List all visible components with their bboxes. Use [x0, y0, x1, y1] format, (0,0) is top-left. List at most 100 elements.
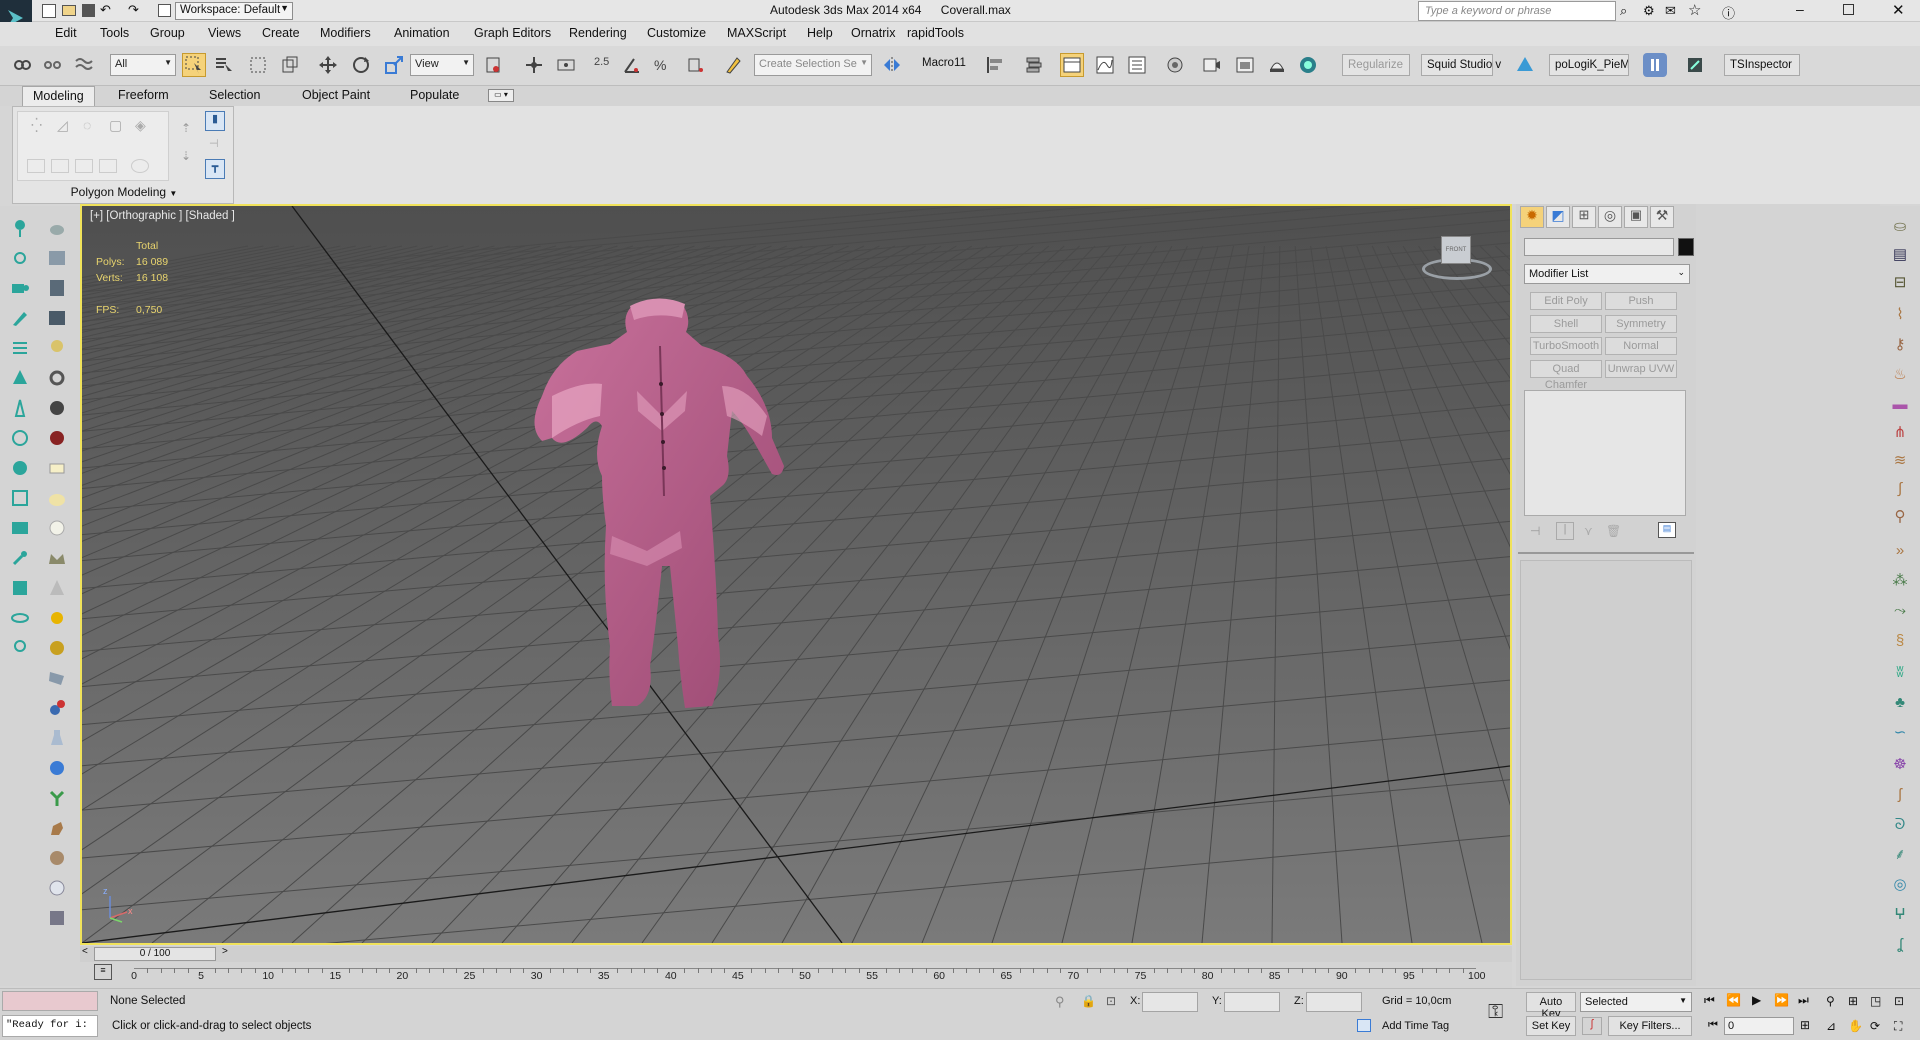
right-tool-comb-icon[interactable]: ▬ — [1888, 392, 1912, 416]
material-editor-icon[interactable] — [1163, 53, 1187, 77]
eye-tool-icon[interactable] — [8, 606, 32, 630]
bind-space-warp-icon[interactable] — [72, 53, 96, 77]
tab-freeform[interactable]: Freeform — [108, 86, 179, 106]
plane-tool-icon[interactable] — [45, 456, 69, 480]
orbit-icon[interactable]: ⟳ — [1870, 1019, 1880, 1033]
select-manipulate-icon[interactable] — [522, 53, 546, 77]
plugin-blue-icon[interactable] — [1513, 53, 1537, 77]
motion-tab-icon[interactable]: ◎ — [1598, 206, 1622, 228]
right-tool-wave-icon[interactable]: ≋ — [1888, 448, 1912, 472]
ribbon-pin-stack-icon[interactable]: ┳ — [205, 159, 225, 179]
ribbon-arrow-up-icon[interactable]: ⇡ — [181, 121, 191, 135]
menu-rapidtools[interactable]: rapidTools — [907, 26, 964, 40]
maximize-viewport-icon[interactable]: ⛶ — [1894, 1019, 1902, 1034]
lines-tool-icon[interactable] — [8, 336, 32, 360]
ribbon-pin-icon[interactable]: ⊣ — [209, 137, 219, 150]
normal-button[interactable]: Normal — [1605, 337, 1677, 355]
render-production-icon[interactable] — [1265, 53, 1289, 77]
squid-studio-button[interactable]: Squid Studio v — [1421, 54, 1501, 76]
camera-tool-icon[interactable] — [8, 276, 32, 300]
time-slider-thumb[interactable]: 0 / 100 — [94, 947, 216, 961]
time-slider[interactable]: < 0 / 100 > — [80, 946, 1512, 962]
right-tool-double-arrow-icon[interactable]: » — [1888, 538, 1912, 562]
unwrap-uvw-button[interactable]: Unwrap UVW — [1605, 360, 1677, 378]
menu-animation[interactable]: Animation — [394, 26, 450, 40]
element-mode-icon[interactable]: ◈ — [135, 117, 153, 135]
unlink-selection-icon[interactable] — [40, 53, 64, 77]
search-input[interactable]: Type a keyword or phrase — [1418, 1, 1616, 21]
wrench-tool-icon[interactable] — [8, 546, 32, 570]
menu-rendering[interactable]: Rendering — [569, 26, 627, 40]
key-filters-button[interactable]: Key Filters... — [1608, 1016, 1692, 1036]
select-object-icon[interactable] — [182, 53, 206, 77]
screen-tool-icon[interactable] — [8, 516, 32, 540]
menu-edit[interactable]: Edit — [55, 26, 77, 40]
sun-tool-icon[interactable] — [8, 246, 32, 270]
menu-ornatrix[interactable]: Ornatrix — [851, 26, 895, 40]
brush-tool-icon[interactable] — [8, 306, 32, 330]
workspace-select[interactable]: Workspace: Default ▼ — [175, 2, 293, 20]
sphere-tool-icon[interactable] — [45, 396, 69, 420]
dome-tool-icon[interactable] — [45, 486, 69, 510]
grid-panel-icon[interactable] — [45, 906, 69, 930]
push-button[interactable]: Push — [1605, 292, 1677, 310]
align-icon[interactable] — [983, 53, 1007, 77]
minimize-icon[interactable]: – — [1796, 1, 1804, 17]
menu-maxscript[interactable]: MAXScript — [727, 26, 786, 40]
schematic-view-icon[interactable] — [1125, 53, 1149, 77]
auto-key-button[interactable]: Auto Key — [1526, 992, 1576, 1020]
ribbon-arrow-down-icon[interactable]: ⇣ — [181, 149, 191, 163]
tab-modeling[interactable]: Modeling — [22, 86, 95, 106]
menu-create[interactable]: Create — [262, 26, 300, 40]
menu-tools[interactable]: Tools — [100, 26, 129, 40]
right-tool-hook-icon[interactable]: ʆ — [1888, 932, 1912, 956]
pan-icon[interactable]: ✋ — [1848, 1019, 1863, 1033]
maximize-icon[interactable] — [1843, 4, 1854, 15]
right-tool-scatter-icon[interactable]: ⁂ — [1888, 568, 1912, 592]
right-tool-grass-icon[interactable]: ʬ — [1888, 660, 1912, 684]
rendered-frame-window-icon[interactable] — [1233, 53, 1257, 77]
border-mode-icon[interactable]: ◌ — [83, 117, 101, 135]
keyboard-shortcut-override-icon[interactable] — [554, 53, 578, 77]
macro-button[interactable]: Macro11 — [922, 57, 966, 69]
list-tool-icon[interactable] — [45, 276, 69, 300]
box-tool-icon[interactable] — [8, 576, 32, 600]
subscription-icon[interactable]: ⚙ — [1643, 3, 1655, 19]
remove-modifier-icon[interactable]: 🗑 — [1606, 524, 1621, 538]
display-tab-icon[interactable]: ▣ — [1624, 206, 1648, 228]
time-prev-icon[interactable]: < — [82, 946, 88, 957]
hair-tool-icon[interactable] — [8, 216, 32, 240]
create-tab-icon[interactable]: ✹ — [1520, 206, 1544, 228]
right-tool-octopus-icon[interactable]: ☸ — [1888, 752, 1912, 776]
default-tangent-icon[interactable]: ʃ — [1582, 1017, 1602, 1035]
plugin-logo-icon[interactable] — [1643, 53, 1667, 77]
undo-icon[interactable]: ↶ — [100, 2, 111, 18]
z-coord-field[interactable] — [1306, 992, 1362, 1012]
zoom-extents-icon[interactable]: ◳ — [1870, 994, 1881, 1008]
tab-object-paint[interactable]: Object Paint — [292, 86, 380, 106]
configure-modifier-sets-icon[interactable]: ▤ — [1658, 522, 1676, 538]
edit-poly-button[interactable]: Edit Poly — [1530, 292, 1602, 310]
scene-explorer-icon[interactable] — [1060, 53, 1084, 77]
key-mode-toggle-icon[interactable]: ⏮ — [1708, 1019, 1718, 1032]
table-tool-icon[interactable] — [45, 306, 69, 330]
viewport-label-menu[interactable]: [+] [Orthographic ] [Shaded ] — [90, 210, 235, 222]
grid-tool-icon[interactable] — [8, 486, 32, 510]
vertex-mode-icon[interactable]: ⁛ — [31, 117, 49, 135]
target-tool-icon[interactable] — [45, 636, 69, 660]
right-tool-blue-curl-icon[interactable]: ∽ — [1888, 720, 1912, 744]
isolate-icon[interactable]: ⚲ — [1055, 994, 1065, 1010]
menu-graph-editors[interactable]: Graph Editors — [474, 26, 551, 40]
right-tool-key-icon[interactable]: ⚷ — [1888, 332, 1912, 356]
binoculars-icon[interactable]: ⌕ — [1620, 3, 1627, 19]
go-to-end-icon[interactable]: ⏭ — [1798, 993, 1809, 1008]
right-tool-tree-icon[interactable]: ⵖ — [1888, 902, 1912, 926]
show-end-result-icon[interactable]: | — [1556, 522, 1574, 540]
pin-stack-icon[interactable]: ⊣ — [1530, 524, 1540, 538]
cone-tool-icon[interactable] — [45, 576, 69, 600]
time-tag-icon[interactable] — [1357, 1019, 1371, 1032]
tab-populate[interactable]: Populate — [400, 86, 469, 106]
pin-tool-icon[interactable] — [8, 636, 32, 660]
modifier-stack-list[interactable] — [1524, 390, 1686, 516]
right-tool-teal-curl-icon[interactable]: ᘐ — [1888, 812, 1912, 836]
